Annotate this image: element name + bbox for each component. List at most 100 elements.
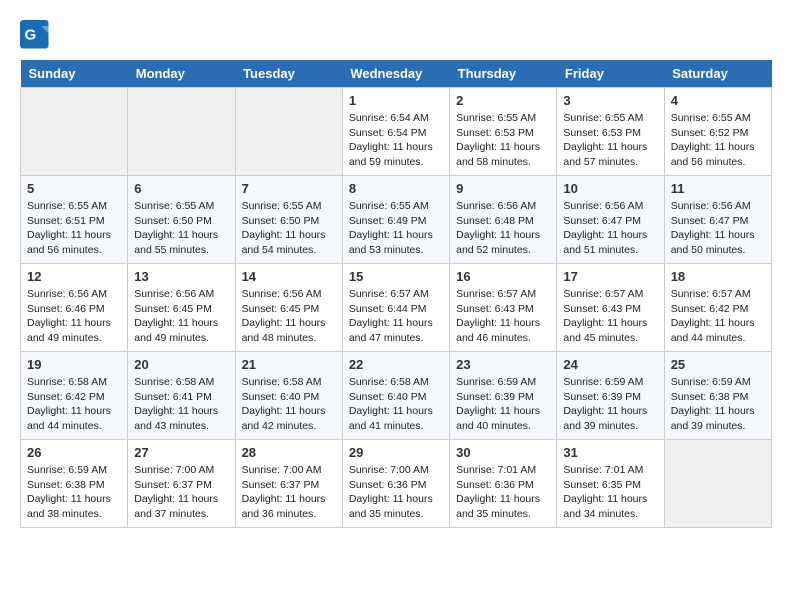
day-info: Sunrise: 6:56 AM Sunset: 6:45 PM Dayligh… bbox=[134, 287, 228, 346]
day-info: Sunrise: 6:56 AM Sunset: 6:47 PM Dayligh… bbox=[671, 199, 765, 258]
day-number: 9 bbox=[456, 181, 550, 196]
day-info: Sunrise: 6:58 AM Sunset: 6:40 PM Dayligh… bbox=[242, 375, 336, 434]
day-cell: 10 Sunrise: 6:56 AM Sunset: 6:47 PM Dayli… bbox=[557, 176, 664, 264]
day-info: Sunrise: 7:01 AM Sunset: 6:35 PM Dayligh… bbox=[563, 463, 657, 522]
day-cell: 17 Sunrise: 6:57 AM Sunset: 6:43 PM Dayli… bbox=[557, 264, 664, 352]
day-info: Sunrise: 6:58 AM Sunset: 6:41 PM Dayligh… bbox=[134, 375, 228, 434]
day-number: 15 bbox=[349, 269, 443, 284]
col-header-monday: Monday bbox=[128, 60, 235, 88]
day-info: Sunrise: 6:56 AM Sunset: 6:45 PM Dayligh… bbox=[242, 287, 336, 346]
day-info: Sunrise: 7:01 AM Sunset: 6:36 PM Dayligh… bbox=[456, 463, 550, 522]
day-info: Sunrise: 7:00 AM Sunset: 6:37 PM Dayligh… bbox=[242, 463, 336, 522]
col-header-wednesday: Wednesday bbox=[342, 60, 449, 88]
day-cell bbox=[235, 88, 342, 176]
day-number: 26 bbox=[27, 445, 121, 460]
calendar-table: SundayMondayTuesdayWednesdayThursdayFrid… bbox=[20, 60, 772, 528]
day-number: 16 bbox=[456, 269, 550, 284]
day-cell: 22 Sunrise: 6:58 AM Sunset: 6:40 PM Dayli… bbox=[342, 352, 449, 440]
day-number: 24 bbox=[563, 357, 657, 372]
day-number: 8 bbox=[349, 181, 443, 196]
day-number: 31 bbox=[563, 445, 657, 460]
day-cell: 26 Sunrise: 6:59 AM Sunset: 6:38 PM Dayli… bbox=[21, 440, 128, 528]
day-info: Sunrise: 6:59 AM Sunset: 6:38 PM Dayligh… bbox=[27, 463, 121, 522]
day-info: Sunrise: 6:56 AM Sunset: 6:46 PM Dayligh… bbox=[27, 287, 121, 346]
day-number: 19 bbox=[27, 357, 121, 372]
day-cell: 6 Sunrise: 6:55 AM Sunset: 6:50 PM Daylig… bbox=[128, 176, 235, 264]
day-cell: 29Sunrise: 7:00 AM Sunset: 6:36 PM Dayli… bbox=[342, 440, 449, 528]
day-number: 1 bbox=[349, 93, 443, 108]
day-cell: 13Sunrise: 6:56 AM Sunset: 6:45 PM Dayli… bbox=[128, 264, 235, 352]
day-number: 27 bbox=[134, 445, 228, 460]
day-info: Sunrise: 6:55 AM Sunset: 6:49 PM Dayligh… bbox=[349, 199, 443, 258]
day-cell: 18 Sunrise: 6:57 AM Sunset: 6:42 PM Dayli… bbox=[664, 264, 771, 352]
page-header: G bbox=[20, 20, 772, 50]
day-cell: 9 Sunrise: 6:56 AM Sunset: 6:48 PM Daylig… bbox=[450, 176, 557, 264]
col-header-tuesday: Tuesday bbox=[235, 60, 342, 88]
day-info: Sunrise: 6:55 AM Sunset: 6:52 PM Dayligh… bbox=[671, 111, 765, 170]
col-header-thursday: Thursday bbox=[450, 60, 557, 88]
day-info: Sunrise: 6:57 AM Sunset: 6:44 PM Dayligh… bbox=[349, 287, 443, 346]
day-info: Sunrise: 7:00 AM Sunset: 6:37 PM Dayligh… bbox=[134, 463, 228, 522]
day-info: Sunrise: 6:55 AM Sunset: 6:50 PM Dayligh… bbox=[134, 199, 228, 258]
day-info: Sunrise: 6:57 AM Sunset: 6:42 PM Dayligh… bbox=[671, 287, 765, 346]
day-cell: 15 Sunrise: 6:57 AM Sunset: 6:44 PM Dayli… bbox=[342, 264, 449, 352]
day-number: 30 bbox=[456, 445, 550, 460]
day-cell: 28 Sunrise: 7:00 AM Sunset: 6:37 PM Dayli… bbox=[235, 440, 342, 528]
day-number: 10 bbox=[563, 181, 657, 196]
day-number: 28 bbox=[242, 445, 336, 460]
col-header-sunday: Sunday bbox=[21, 60, 128, 88]
day-number: 23 bbox=[456, 357, 550, 372]
day-cell: 24 Sunrise: 6:59 AM Sunset: 6:39 PM Dayli… bbox=[557, 352, 664, 440]
day-cell: 12 Sunrise: 6:56 AM Sunset: 6:46 PM Dayli… bbox=[21, 264, 128, 352]
day-cell bbox=[128, 88, 235, 176]
day-number: 14 bbox=[242, 269, 336, 284]
day-number: 20 bbox=[134, 357, 228, 372]
day-cell: 16 Sunrise: 6:57 AM Sunset: 6:43 PM Dayli… bbox=[450, 264, 557, 352]
svg-text:G: G bbox=[25, 27, 37, 44]
day-number: 7 bbox=[242, 181, 336, 196]
day-cell: 21 Sunrise: 6:58 AM Sunset: 6:40 PM Dayli… bbox=[235, 352, 342, 440]
day-cell bbox=[664, 440, 771, 528]
col-header-friday: Friday bbox=[557, 60, 664, 88]
logo-icon: G bbox=[20, 20, 50, 50]
logo: G bbox=[20, 20, 54, 50]
day-info: Sunrise: 6:55 AM Sunset: 6:53 PM Dayligh… bbox=[563, 111, 657, 170]
day-info: Sunrise: 6:55 AM Sunset: 6:50 PM Dayligh… bbox=[242, 199, 336, 258]
day-number: 11 bbox=[671, 181, 765, 196]
week-row-5: 26 Sunrise: 6:59 AM Sunset: 6:38 PM Dayli… bbox=[21, 440, 772, 528]
day-cell: 30 Sunrise: 7:01 AM Sunset: 6:36 PM Dayli… bbox=[450, 440, 557, 528]
day-info: Sunrise: 6:56 AM Sunset: 6:47 PM Dayligh… bbox=[563, 199, 657, 258]
day-cell: 2 Sunrise: 6:55 AM Sunset: 6:53 PM Daylig… bbox=[450, 88, 557, 176]
day-info: Sunrise: 6:56 AM Sunset: 6:48 PM Dayligh… bbox=[456, 199, 550, 258]
day-cell: 23 Sunrise: 6:59 AM Sunset: 6:39 PM Dayli… bbox=[450, 352, 557, 440]
day-number: 21 bbox=[242, 357, 336, 372]
day-number: 29 bbox=[349, 445, 443, 460]
day-info: Sunrise: 6:55 AM Sunset: 6:53 PM Dayligh… bbox=[456, 111, 550, 170]
day-info: Sunrise: 6:58 AM Sunset: 6:42 PM Dayligh… bbox=[27, 375, 121, 434]
day-number: 2 bbox=[456, 93, 550, 108]
week-row-1: 1Sunrise: 6:54 AM Sunset: 6:54 PM Daylig… bbox=[21, 88, 772, 176]
day-cell: 4Sunrise: 6:55 AM Sunset: 6:52 PM Daylig… bbox=[664, 88, 771, 176]
day-number: 12 bbox=[27, 269, 121, 284]
day-number: 18 bbox=[671, 269, 765, 284]
day-cell bbox=[21, 88, 128, 176]
day-info: Sunrise: 6:59 AM Sunset: 6:39 PM Dayligh… bbox=[456, 375, 550, 434]
day-number: 6 bbox=[134, 181, 228, 196]
day-info: Sunrise: 6:55 AM Sunset: 6:51 PM Dayligh… bbox=[27, 199, 121, 258]
day-info: Sunrise: 6:57 AM Sunset: 6:43 PM Dayligh… bbox=[456, 287, 550, 346]
day-cell: 27 Sunrise: 7:00 AM Sunset: 6:37 PM Dayli… bbox=[128, 440, 235, 528]
day-info: Sunrise: 6:58 AM Sunset: 6:40 PM Dayligh… bbox=[349, 375, 443, 434]
day-number: 22 bbox=[349, 357, 443, 372]
day-cell: 7 Sunrise: 6:55 AM Sunset: 6:50 PM Daylig… bbox=[235, 176, 342, 264]
day-cell: 31 Sunrise: 7:01 AM Sunset: 6:35 PM Dayli… bbox=[557, 440, 664, 528]
header-row: SundayMondayTuesdayWednesdayThursdayFrid… bbox=[21, 60, 772, 88]
day-number: 17 bbox=[563, 269, 657, 284]
day-info: Sunrise: 6:59 AM Sunset: 6:39 PM Dayligh… bbox=[563, 375, 657, 434]
day-cell: 5 Sunrise: 6:55 AM Sunset: 6:51 PM Daylig… bbox=[21, 176, 128, 264]
day-info: Sunrise: 6:57 AM Sunset: 6:43 PM Dayligh… bbox=[563, 287, 657, 346]
day-number: 5 bbox=[27, 181, 121, 196]
day-cell: 25Sunrise: 6:59 AM Sunset: 6:38 PM Dayli… bbox=[664, 352, 771, 440]
day-number: 3 bbox=[563, 93, 657, 108]
day-cell: 1Sunrise: 6:54 AM Sunset: 6:54 PM Daylig… bbox=[342, 88, 449, 176]
day-cell: 11 Sunrise: 6:56 AM Sunset: 6:47 PM Dayli… bbox=[664, 176, 771, 264]
